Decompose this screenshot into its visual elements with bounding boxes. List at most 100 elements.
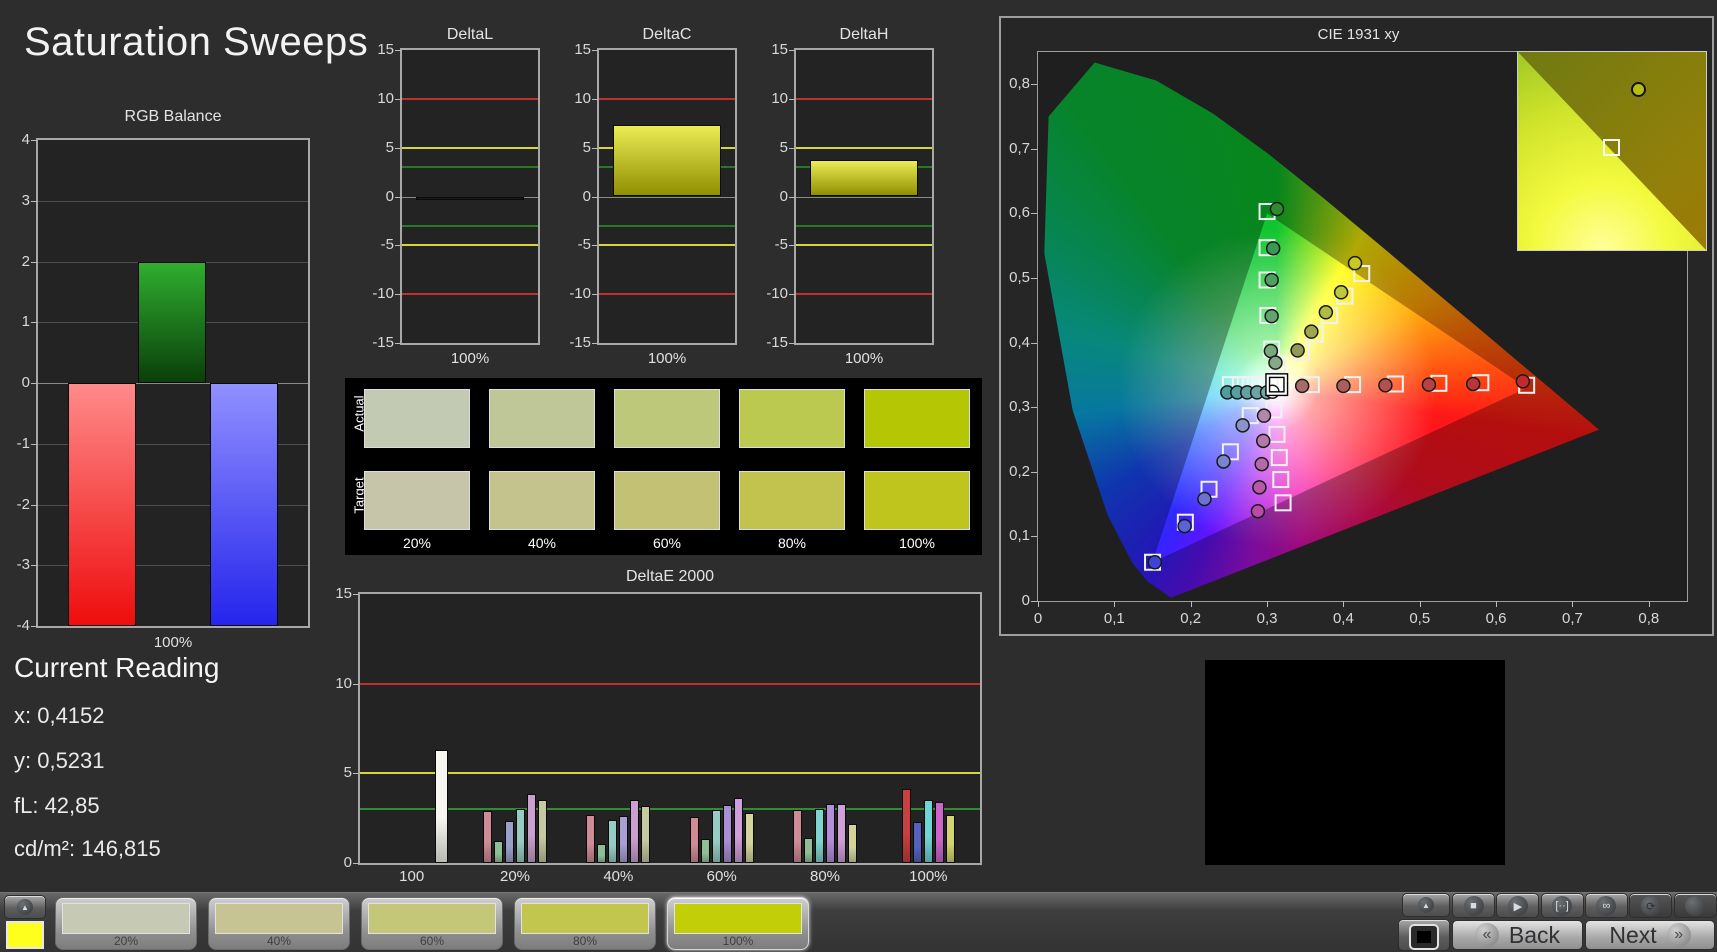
patch-button-60%[interactable]: 60% <box>361 897 503 950</box>
y-tick-mark <box>592 294 598 296</box>
bracket-dots-button[interactable]: [··] <box>1540 893 1584 918</box>
page-title: Saturation Sweeps <box>24 20 369 64</box>
back-button[interactable]: « Back <box>1452 920 1583 950</box>
delta-e-bar <box>689 817 699 863</box>
delta-e-plot: 15 10 5 0 100 20% 40% 60% 80% 100% <box>335 585 982 885</box>
rgb-bar-red <box>67 383 136 626</box>
app-window: Saturation Sweeps RGB Balance 4 3 2 1 0 -1 -2-… <box>0 0 1717 952</box>
play-icon: ▶ <box>1507 896 1528 916</box>
rgb-bar-blue <box>209 383 279 626</box>
y-tick-label: 5 <box>779 138 788 156</box>
cie-measurement-marker <box>1147 554 1163 570</box>
delta-e-bar <box>923 800 933 863</box>
rgb-balance-plot: 4 3 2 1 0 -1 -2 -3 -4 <box>17 131 310 634</box>
actual-swatch <box>489 389 595 448</box>
actual-swatch <box>739 389 845 448</box>
refresh-icon: ⟳ <box>1640 896 1661 916</box>
delta-h-xlabel: 100% <box>844 350 884 367</box>
play-button[interactable]: ▶ <box>1496 893 1540 918</box>
delta-h-title: DeltaH <box>839 26 889 43</box>
y-tick-label: 10 <box>771 89 788 107</box>
delta-e-bar <box>711 810 721 863</box>
target-swatch <box>739 471 845 530</box>
infinity-button[interactable]: ∞ <box>1584 893 1628 918</box>
cie-measurement-marker <box>1264 272 1279 288</box>
patch-button-label: 60% <box>419 934 445 948</box>
cie-measurement-marker <box>1197 491 1212 507</box>
delta-e-bar <box>793 810 802 863</box>
patch-button-20%[interactable]: 20% <box>55 897 197 950</box>
y-tick-label: -2 <box>16 495 30 513</box>
active-patch-color <box>6 921 44 949</box>
patch-button-label: 20% <box>113 934 139 948</box>
delta-e-bar <box>505 820 514 863</box>
rgb-balance-title: RGB Balance <box>124 108 222 125</box>
delta-c-xlabel: 100% <box>647 350 687 367</box>
y-tick-mark <box>31 443 37 445</box>
delta-bar <box>809 160 919 197</box>
cie-y-tick-mark <box>1031 471 1037 473</box>
cie-measurement-marker <box>1264 308 1279 324</box>
y-tick-label: 15 <box>377 41 394 58</box>
patch-button-80%[interactable]: 80% <box>514 897 656 950</box>
up-arrow-icon: ▲ <box>1418 897 1434 913</box>
delta-e-bar <box>494 840 503 863</box>
y-tick-label: 4 <box>21 131 30 148</box>
cie-target-marker <box>1268 425 1286 443</box>
nav-collapse-button[interactable]: ▲ <box>1402 893 1450 917</box>
y-tick-mark <box>395 245 401 247</box>
y-tick-mark <box>31 626 37 627</box>
y-tick-label: 5 <box>582 138 591 156</box>
reference-line <box>796 97 932 100</box>
delta-e-bar <box>435 750 449 863</box>
cie-y-tick-mark <box>1031 601 1037 602</box>
delta-l-xlabel: 100% <box>450 350 490 367</box>
y-tick-label: 15 <box>335 585 352 602</box>
patch-button-100%[interactable]: 100% <box>667 897 809 950</box>
delta-e-group-label: 100 <box>399 868 425 885</box>
patch-list-collapse-button[interactable]: ▲ <box>4 895 46 919</box>
y-tick-label: 5 <box>343 764 352 782</box>
y-tick-mark <box>592 196 598 198</box>
pattern-window-button[interactable] <box>1398 919 1450 951</box>
y-tick-label: 0 <box>21 374 30 391</box>
cie-y-tick-label: 0,1 <box>1009 527 1030 545</box>
bracket-dots-icon: [··] <box>1552 896 1573 916</box>
reference-line <box>796 293 932 296</box>
y-tick-mark <box>789 147 795 149</box>
delta-l-title: DeltaL <box>446 26 494 43</box>
patch-button-40%[interactable]: 40% <box>208 897 350 950</box>
y-tick-mark <box>31 383 37 384</box>
delta-e-bar <box>733 798 743 863</box>
stop-button[interactable]: ■ <box>1452 893 1495 918</box>
delta-e-bar <box>804 837 813 863</box>
y-tick-label: -15 <box>569 334 591 351</box>
delta-e-bar <box>912 821 922 863</box>
y-tick-mark <box>592 98 598 100</box>
delta-e-bar <box>538 800 547 863</box>
next-button[interactable]: Next » <box>1585 920 1715 950</box>
delta-e-bar <box>483 810 492 863</box>
pattern-window-icon <box>1409 924 1439 950</box>
reference-line <box>599 244 735 247</box>
delta-e-group-label: 40% <box>603 868 634 885</box>
cie-x-tick-label: 0,3 <box>1256 610 1278 627</box>
cie-x-tick-label: 0,2 <box>1180 610 1202 627</box>
current-reading-y: y: 0,5231 <box>14 748 105 773</box>
cie-y-tick-label: 0,6 <box>1009 204 1030 222</box>
y-tick-mark <box>592 245 598 247</box>
rgb-bar-green <box>137 261 207 383</box>
cie-measurement-marker <box>1465 376 1481 392</box>
cie-y-tick-label: 0,4 <box>1009 333 1030 351</box>
delta-e-bar <box>700 838 710 863</box>
inset-measurement-marker <box>1630 81 1646 97</box>
y-tick-label: -10 <box>766 285 788 303</box>
cie-measurement-marker <box>1304 324 1319 339</box>
cie-target-marker <box>1274 494 1292 512</box>
cie-measurement-marker <box>1177 518 1192 534</box>
zero-line <box>796 196 932 198</box>
reference-line <box>360 772 980 775</box>
delta-e-title: DeltaE 2000 <box>625 568 715 585</box>
swatch-column-label: 20% <box>402 535 432 551</box>
reference-line <box>599 224 735 227</box>
